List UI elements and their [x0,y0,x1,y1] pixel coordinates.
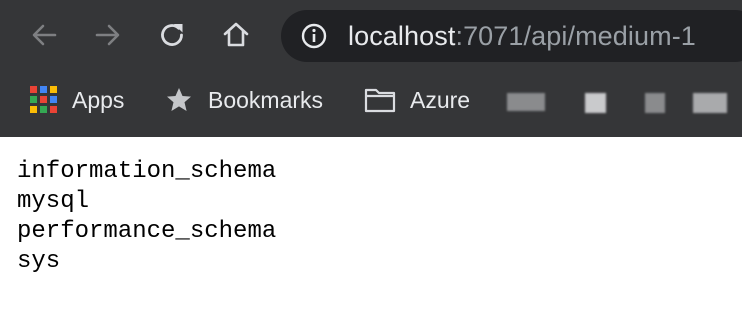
arrow-left-icon [32,24,57,46]
blurred-bookmark[interactable] [507,93,545,111]
address-bar[interactable]: localhost:7071/api/medium-1 [281,10,742,62]
database-name: information_schema [17,158,277,185]
blurred-bookmark[interactable] [645,93,665,113]
url-host: localhost [348,21,456,51]
browser-chrome: localhost:7071/api/medium-1 Apps Bookmar… [0,0,742,137]
bookmark-label: Bookmarks [208,86,324,113]
reload-button[interactable] [153,16,191,54]
database-list: information_schema mysql performance_sch… [17,157,276,277]
apps-grid-icon [30,86,58,114]
home-icon [223,22,249,47]
blurred-bookmark[interactable] [693,93,727,113]
database-name: sys [17,248,61,275]
back-button[interactable] [25,16,63,54]
bookmarks-bar: Apps Bookmarks Azure [0,72,742,137]
forward-button[interactable] [89,16,127,54]
url-path: :7071/api/medium-1 [455,21,696,51]
blurred-bookmark[interactable] [585,93,606,113]
arrow-right-icon [95,24,120,46]
bookmark-label: Azure [410,86,471,113]
info-icon[interactable] [301,23,327,49]
reload-icon [161,24,183,46]
bookmark-label: Apps [72,86,125,113]
bookmark-apps[interactable]: Apps [30,72,124,128]
database-name: mysql [17,188,90,215]
database-name: performance_schema [17,218,277,245]
bookmark-bookmarks[interactable]: Bookmarks [164,72,323,128]
home-button[interactable] [217,16,255,54]
bookmark-azure[interactable]: Azure [364,72,470,128]
page-content: information_schema mysql performance_sch… [0,137,742,312]
star-icon [167,88,191,111]
folder-icon [364,88,396,113]
url-text[interactable]: localhost:7071/api/medium-1 [348,21,696,51]
browser-toolbar: localhost:7071/api/medium-1 [0,0,742,72]
